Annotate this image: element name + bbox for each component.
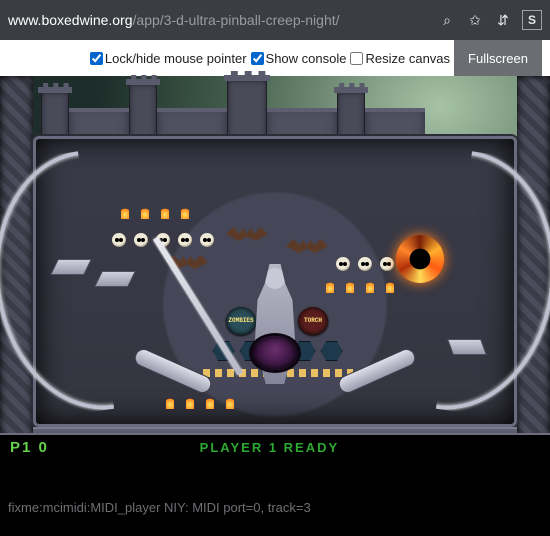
sword-rail xyxy=(153,237,243,376)
target-torch: TORCH xyxy=(298,307,328,335)
fire-ring-icon xyxy=(396,235,444,283)
bat-icon xyxy=(286,239,328,253)
bat-icon xyxy=(226,227,268,241)
flipper-left[interactable] xyxy=(132,346,214,396)
read-aloud-icon[interactable]: ⇵ xyxy=(494,11,512,29)
candles-icon xyxy=(326,279,394,293)
emulator-controls: Lock/hide mouse pointer Show console Res… xyxy=(0,40,550,76)
extension-icon[interactable]: S xyxy=(522,10,542,30)
console-line: fixme:mcimidi:MIDI_player NIY: MIDI port… xyxy=(8,499,542,517)
playfield: ZOMBIES SLIM JIM TORCH xyxy=(33,136,517,427)
game-canvas[interactable]: ZOMBIES SLIM JIM TORCH P1 0 PLAYER 1 REA… xyxy=(0,76,550,459)
search-icon[interactable]: ⌕ xyxy=(438,11,456,29)
status-message: PLAYER 1 READY xyxy=(49,440,490,455)
url-text[interactable]: www.boxedwine.org/app/3-d-ultra-pinball-… xyxy=(8,12,428,28)
candles-icon xyxy=(166,395,234,409)
skull-targets-2 xyxy=(336,257,394,271)
lock-pointer-label: Lock/hide mouse pointer xyxy=(105,51,247,66)
resize-canvas-input[interactable] xyxy=(350,52,363,65)
favorite-icon[interactable]: ✩ xyxy=(466,11,484,29)
resize-canvas-checkbox[interactable]: Resize canvas xyxy=(350,51,450,66)
launch-hole xyxy=(252,336,298,370)
fullscreen-button[interactable]: Fullscreen xyxy=(454,40,542,76)
score-bar: P1 0 PLAYER 1 READY xyxy=(0,433,550,459)
show-console-label: Show console xyxy=(266,51,347,66)
url-domain: www.boxedwine.org xyxy=(8,12,133,28)
show-console-checkbox[interactable]: Show console xyxy=(251,51,347,66)
player-score: P1 0 xyxy=(0,439,49,456)
candles-icon xyxy=(121,205,189,219)
url-path: /app/3-d-ultra-pinball-creep-night/ xyxy=(133,12,340,28)
tomb-icon xyxy=(94,271,136,287)
browser-address-bar: www.boxedwine.org/app/3-d-ultra-pinball-… xyxy=(0,0,550,40)
lock-pointer-checkbox[interactable]: Lock/hide mouse pointer xyxy=(90,51,247,66)
console-output[interactable]: fixme:mcimidi:MIDI_player NIY: MIDI port… xyxy=(0,459,550,536)
show-console-input[interactable] xyxy=(251,52,264,65)
lock-pointer-input[interactable] xyxy=(90,52,103,65)
tomb-icon xyxy=(447,339,487,355)
resize-canvas-label: Resize canvas xyxy=(365,51,450,66)
